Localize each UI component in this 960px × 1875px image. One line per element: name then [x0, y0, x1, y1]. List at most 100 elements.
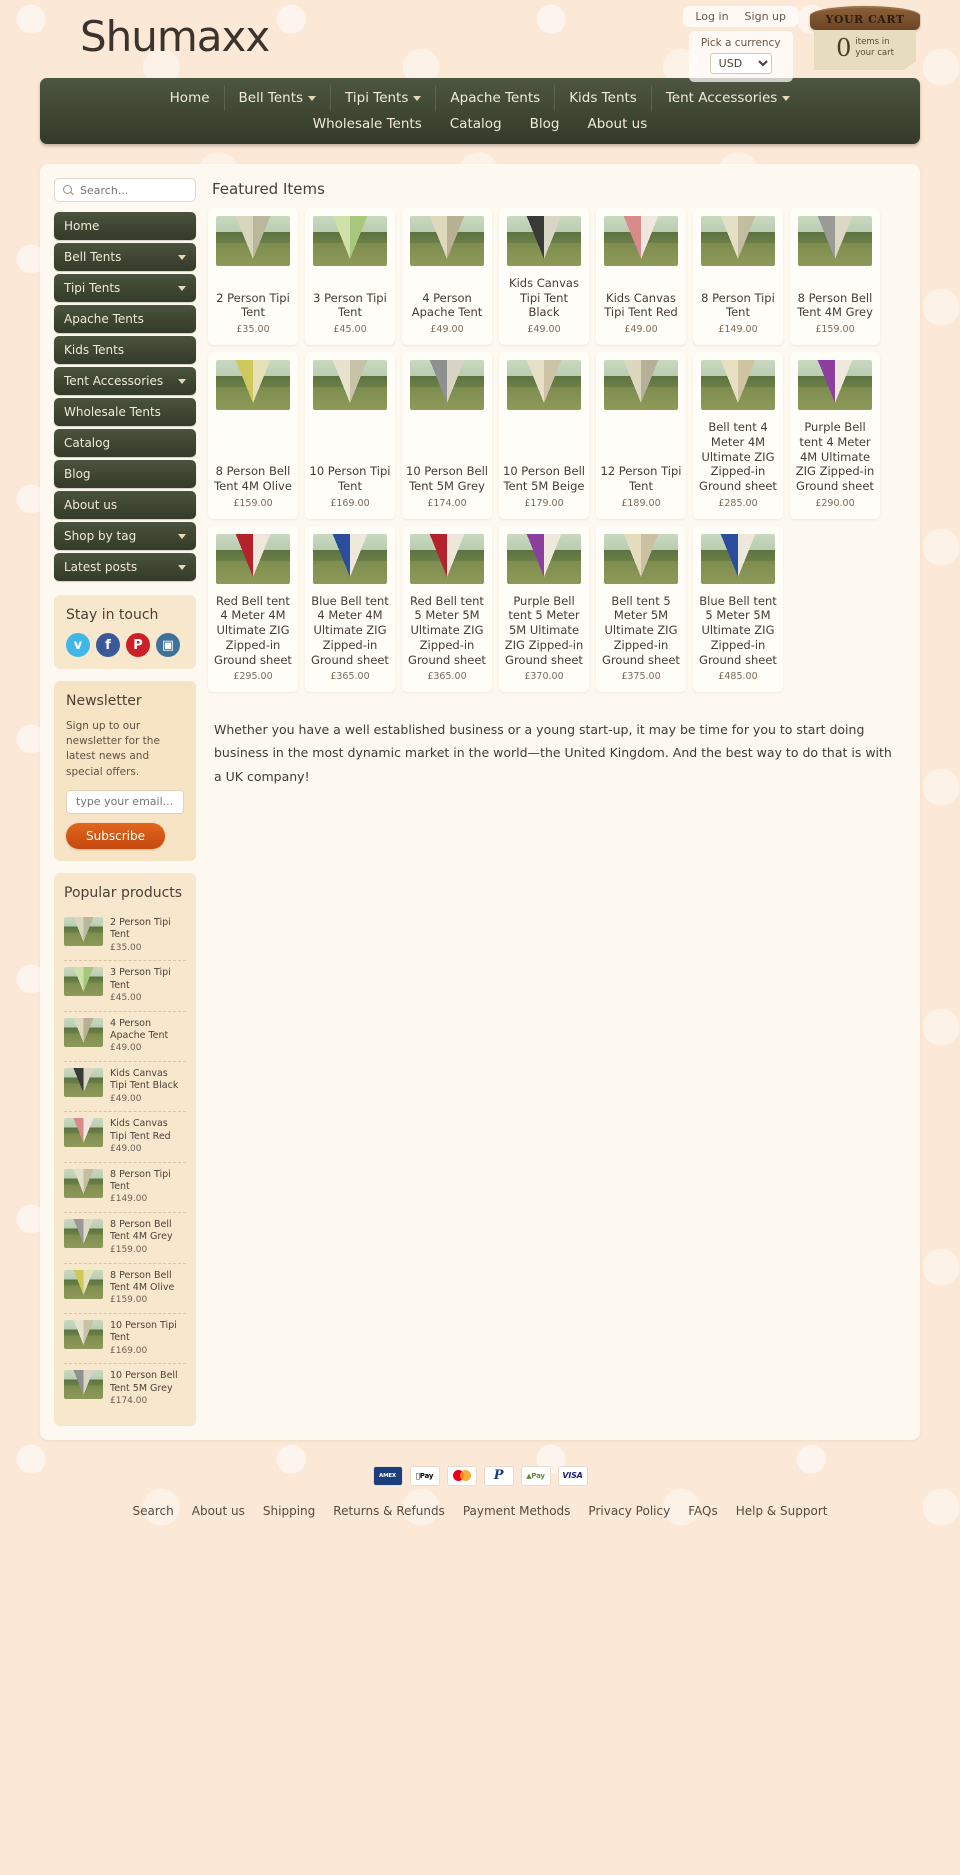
content-panel: Home Bell Tents Tipi Tents Apache Tents Kids… — [40, 164, 920, 1440]
product-card[interactable]: 8 Person Bell Tent 4M Olive £159.00 — [208, 352, 298, 519]
product-card[interactable]: 2 Person Tipi Tent £35.00 — [208, 208, 298, 346]
pinterest-icon[interactable]: P — [126, 633, 150, 657]
product-price: £179.00 — [524, 497, 564, 509]
cart-widget[interactable]: YOUR CART 0 items in your cart — [810, 6, 920, 70]
sidebar-item-bell-tents[interactable]: Bell Tents — [54, 243, 196, 271]
footer-link-privacy-policy[interactable]: Privacy Policy — [588, 1504, 670, 1518]
footer-link-payment-methods[interactable]: Payment Methods — [463, 1504, 571, 1518]
list-item[interactable]: 8 Person Bell Tent 4M Olive £159.00 — [64, 1264, 186, 1314]
currency-select[interactable]: USD — [709, 53, 772, 74]
product-price: £169.00 — [330, 497, 370, 509]
product-card[interactable]: 8 Person Tipi Tent £149.00 — [693, 208, 783, 346]
product-price: £49.00 — [110, 1093, 142, 1104]
list-item[interactable]: Kids Canvas Tipi Tent Black £49.00 — [64, 1062, 186, 1113]
product-price: £45.00 — [333, 324, 367, 336]
cart-label: items in your cart — [855, 37, 894, 58]
sidebar-item-apache-tents[interactable]: Apache Tents — [54, 305, 196, 333]
product-card[interactable]: Bell tent 4 Meter 4M Ultimate ZIG Zipped… — [693, 352, 783, 519]
product-card[interactable]: Kids Canvas Tipi Tent Black £49.00 — [499, 208, 589, 346]
product-card[interactable]: Blue Bell tent 5 Meter 5M Ultimate ZIG Z… — [693, 525, 783, 693]
list-item[interactable]: 10 Person Tipi Tent £169.00 — [64, 1314, 186, 1365]
nav-item-blog[interactable]: Blog — [516, 111, 574, 137]
product-price: £49.00 — [430, 324, 464, 336]
nav-item-about-us[interactable]: About us — [573, 111, 661, 137]
search-icon — [63, 184, 74, 196]
product-price: £159.00 — [815, 324, 855, 336]
product-thumbnail — [64, 1168, 103, 1198]
sidebar-item-kids-tents[interactable]: Kids Tents — [54, 336, 196, 364]
product-image — [604, 533, 678, 584]
sidebar-item-shop-by-tag[interactable]: Shop by tag — [54, 522, 196, 550]
site-logo[interactable]: Shumaxx — [80, 12, 270, 61]
sidebar-item-label: Bell Tents — [64, 250, 122, 264]
nav-item-home[interactable]: Home — [156, 85, 225, 111]
payment-methods: AMEX Pay P ▲Pay VISA — [40, 1465, 920, 1486]
list-item[interactable]: 2 Person Tipi Tent £35.00 — [64, 911, 186, 962]
product-card[interactable]: Red Bell tent 5 Meter 5M Ultimate ZIG Zi… — [402, 525, 492, 693]
search-input[interactable] — [80, 183, 187, 197]
sidebar-item-about-us[interactable]: About us — [54, 491, 196, 519]
nav-item-wholesale-tents[interactable]: Wholesale Tents — [299, 111, 436, 137]
list-item[interactable]: 8 Person Bell Tent 4M Grey £159.00 — [64, 1213, 186, 1264]
list-item[interactable]: 8 Person Tipi Tent £149.00 — [64, 1163, 186, 1214]
list-item[interactable]: Kids Canvas Tipi Tent Red £49.00 — [64, 1112, 186, 1163]
product-card[interactable]: 10 Person Bell Tent 5M Grey £174.00 — [402, 352, 492, 519]
sidebar-item-catalog[interactable]: Catalog — [54, 429, 196, 457]
product-card[interactable]: Kids Canvas Tipi Tent Red £49.00 — [596, 208, 686, 346]
newsletter-email-input[interactable] — [66, 789, 184, 814]
nav-item-apache-tents[interactable]: Apache Tents — [436, 85, 556, 111]
footer-link-shipping[interactable]: Shipping — [263, 1504, 315, 1518]
sidebar-item-tipi-tents[interactable]: Tipi Tents — [54, 274, 196, 302]
product-info: 10 Person Tipi Tent £169.00 — [110, 1320, 186, 1357]
product-card[interactable]: 8 Person Bell Tent 4M Grey £159.00 — [790, 208, 880, 346]
sidebar-item-tent-accessories[interactable]: Tent Accessories — [54, 367, 196, 395]
product-price: £189.00 — [621, 497, 661, 509]
subscribe-button[interactable]: Subscribe — [66, 822, 165, 849]
facebook-icon[interactable]: f — [96, 633, 120, 657]
product-name: Red Bell tent 4 Meter 4M Ultimate ZIG Zi… — [214, 593, 292, 667]
product-image — [216, 216, 290, 266]
sidebar-item-latest-posts[interactable]: Latest posts — [54, 553, 196, 581]
signup-link[interactable]: Sign up — [745, 10, 786, 23]
product-price: £149.00 — [718, 324, 758, 336]
footer-link-about-us[interactable]: About us — [192, 1504, 245, 1518]
nav-item-kids-tents[interactable]: Kids Tents — [555, 85, 652, 111]
nav-item-bell-tents[interactable]: Bell Tents — [225, 85, 332, 111]
list-item[interactable]: 4 Person Apache Tent £49.00 — [64, 1012, 186, 1062]
paypal-icon: P — [483, 1465, 514, 1486]
footer-link-returns-refunds[interactable]: Returns & Refunds — [333, 1504, 445, 1518]
product-card[interactable]: Red Bell tent 4 Meter 4M Ultimate ZIG Zi… — [208, 525, 298, 693]
product-card[interactable]: Bell tent 5 Meter 5M Ultimate ZIG Zipped… — [596, 525, 686, 693]
instagram-icon[interactable]: ▣ — [156, 633, 180, 657]
product-info: 10 Person Bell Tent 5M Grey £174.00 — [110, 1370, 186, 1407]
product-card[interactable]: Purple Bell tent 5 Meter 5M Ultimate ZIG… — [499, 525, 589, 693]
login-link[interactable]: Log in — [695, 10, 728, 23]
chevron-down-icon — [178, 564, 186, 570]
nav-item-tent-accessories[interactable]: Tent Accessories — [652, 85, 805, 111]
twitter-icon[interactable]: ᴠ — [66, 633, 90, 657]
footer-link-help-support[interactable]: Help & Support — [736, 1504, 828, 1518]
product-card[interactable]: 3 Person Tipi Tent £45.00 — [305, 208, 395, 346]
nav-item-label: Kids Tents — [569, 90, 637, 106]
product-card[interactable]: 12 Person Tipi Tent £189.00 — [596, 352, 686, 519]
nav-item-tipi-tents[interactable]: Tipi Tents — [331, 85, 437, 111]
product-card[interactable]: 4 Person Apache Tent £49.00 — [402, 208, 492, 346]
product-price: £295.00 — [233, 671, 273, 683]
search-box[interactable] — [54, 178, 196, 202]
chevron-down-icon — [413, 95, 422, 101]
sidebar-item-wholesale-tents[interactable]: Wholesale Tents — [54, 398, 196, 426]
footer-link-faqs[interactable]: FAQs — [688, 1504, 718, 1518]
list-item[interactable]: 10 Person Bell Tent 5M Grey £174.00 — [64, 1364, 186, 1413]
product-card[interactable]: 10 Person Bell Tent 5M Beige £179.00 — [499, 352, 589, 519]
nav-item-catalog[interactable]: Catalog — [436, 111, 516, 137]
currency-label: Pick a currency — [700, 37, 781, 49]
product-card[interactable]: 10 Person Tipi Tent £169.00 — [305, 352, 395, 519]
sidebar-item-blog[interactable]: Blog — [54, 460, 196, 488]
product-price: £174.00 — [427, 497, 467, 509]
product-card[interactable]: Purple Bell tent 4 Meter 4M Ultimate ZIG… — [790, 352, 880, 519]
footer-link-search[interactable]: Search — [133, 1504, 174, 1518]
sidebar-item-home[interactable]: Home — [54, 212, 196, 240]
social-title: Stay in touch — [66, 607, 159, 623]
product-card[interactable]: Blue Bell tent 4 Meter 4M Ultimate ZIG Z… — [305, 525, 395, 693]
list-item[interactable]: 3 Person Tipi Tent £45.00 — [64, 961, 186, 1012]
